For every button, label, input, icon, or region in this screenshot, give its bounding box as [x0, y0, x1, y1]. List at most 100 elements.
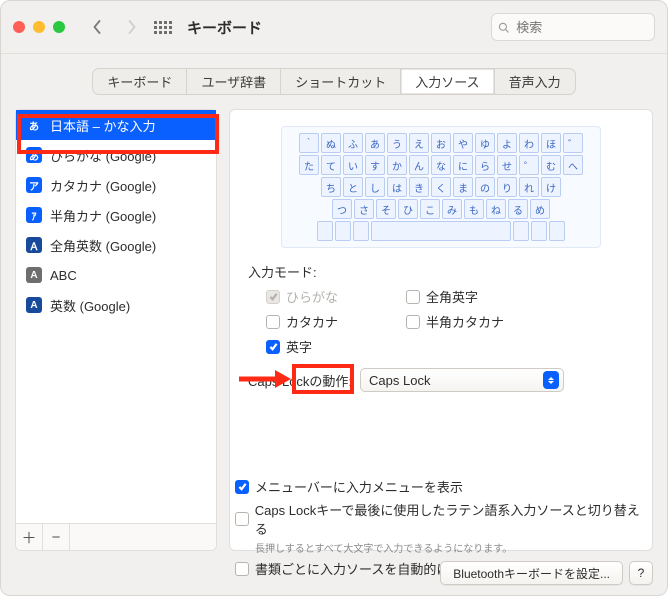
- bluetooth-keyboard-button[interactable]: Bluetoothキーボードを設定...: [440, 561, 623, 585]
- keyboard-key: い: [343, 155, 363, 175]
- checkbox-icon: [406, 315, 420, 329]
- keyboard-key: や: [453, 133, 473, 153]
- input-source-label: ひらがな (Google): [50, 146, 156, 165]
- caps-lock-row: Caps Lockの動作: Caps Lock: [248, 368, 634, 392]
- global-input-options: メニューバーに入力メニューを表示 Caps Lockキーで最後に使用したラテン語…: [235, 477, 645, 549]
- input-source-label: 英数 (Google): [50, 296, 130, 315]
- checkbox-icon: [266, 315, 280, 329]
- tab-bar: キーボードユーザ辞書ショートカット入力ソース音声入力: [1, 68, 667, 95]
- input-source-item[interactable]: A 英数 (Google): [16, 290, 216, 320]
- keyboard-key: れ: [519, 177, 539, 197]
- checkbox-icon: [406, 290, 420, 304]
- zoom-window-button[interactable]: [53, 21, 65, 33]
- mode-katakana[interactable]: カタカナ: [266, 312, 406, 331]
- keyboard-key: わ: [519, 133, 539, 153]
- input-source-badge: あ: [26, 147, 42, 163]
- show-all-prefs-button[interactable]: [153, 17, 173, 37]
- toolbar: キーボード: [1, 1, 667, 54]
- input-source-list: あ日本語 – かな入力あひらがな (Google)アカタカナ (Google)ｱ…: [15, 109, 217, 551]
- help-button[interactable]: ?: [629, 561, 653, 585]
- keyboard-key: ｀: [299, 133, 319, 153]
- keyboard-key: ゆ: [475, 133, 495, 153]
- mode-zenkaku-eiji-label: 全角英字: [426, 287, 478, 306]
- mode-hankaku-katakana-label: 半角カタカナ: [426, 312, 504, 331]
- keyboard-key: こ: [420, 199, 440, 219]
- checkbox-icon: [235, 480, 249, 494]
- mode-katakana-label: カタカナ: [286, 312, 338, 331]
- keyboard-key: ぬ: [321, 133, 341, 153]
- tab-dictation[interactable]: 音声入力: [495, 69, 575, 94]
- tab-user-dictionary[interactable]: ユーザ辞書: [187, 69, 281, 94]
- input-source-item[interactable]: あひらがな (Google): [16, 140, 216, 170]
- keyboard-key: せ: [497, 155, 517, 175]
- mode-hiragana-label: ひらがな: [286, 287, 338, 306]
- keyboard-key: ま: [453, 177, 473, 197]
- keyboard-key: ほ: [541, 133, 561, 153]
- option-show-input-menu-label: メニューバーに入力メニューを表示: [255, 477, 463, 496]
- input-source-item[interactable]: ｱ半角カナ (Google): [16, 200, 216, 230]
- keyboard-key: め: [530, 199, 550, 219]
- input-mode-group: ひらがな 全角英字 カタカナ 半角カタカナ 英字: [266, 287, 634, 356]
- keyboard-key: ね: [486, 199, 506, 219]
- input-source-item[interactable]: アカタカナ (Google): [16, 170, 216, 200]
- keyboard-key: か: [387, 155, 407, 175]
- caps-lock-label: Caps Lockの動作:: [248, 371, 352, 390]
- input-source-label: ABC: [50, 268, 77, 283]
- keyboard-key: う: [387, 133, 407, 153]
- keyboard-key: ふ: [343, 133, 363, 153]
- caps-lock-value: Caps Lock: [369, 373, 430, 388]
- add-remove-bar: ＋ −: [16, 523, 216, 550]
- option-show-input-menu[interactable]: メニューバーに入力メニューを表示: [235, 477, 645, 496]
- window-title: キーボード: [187, 17, 262, 38]
- keyboard-key: む: [541, 155, 561, 175]
- add-source-button[interactable]: ＋: [16, 524, 43, 550]
- input-source-item[interactable]: あ日本語 – かな入力: [16, 110, 216, 140]
- mode-eiji[interactable]: 英字: [266, 337, 406, 356]
- keyboard-key: そ: [376, 199, 396, 219]
- keyboard-key: あ: [365, 133, 385, 153]
- search-icon: [498, 21, 509, 34]
- keyboard-key: し: [365, 177, 385, 197]
- footer: Bluetoothキーボードを設定... ?: [440, 561, 653, 585]
- keyboard-key: [549, 221, 565, 241]
- keyboard-key: ん: [409, 155, 429, 175]
- input-source-item[interactable]: Ａ全角英数 (Google): [16, 230, 216, 260]
- tab-keyboard[interactable]: キーボード: [93, 69, 187, 94]
- mode-hankaku-katakana[interactable]: 半角カタカナ: [406, 312, 546, 331]
- keyboard-key: へ: [563, 155, 583, 175]
- option-caps-switch[interactable]: Caps Lockキーで最後に使用したラテン語系入力ソースと切り替える: [235, 500, 645, 538]
- input-source-badge: A: [26, 297, 42, 313]
- minimize-window-button[interactable]: [33, 21, 45, 33]
- remove-source-button[interactable]: −: [43, 524, 70, 550]
- keyboard-key: [317, 221, 333, 241]
- search-input[interactable]: [514, 19, 648, 36]
- keyboard-key: お: [431, 133, 451, 153]
- tab-input-sources[interactable]: 入力ソース: [401, 69, 494, 94]
- keyboard-key: な: [431, 155, 451, 175]
- keyboard-key: み: [442, 199, 462, 219]
- back-button[interactable]: [85, 15, 109, 39]
- keyboard-key: す: [365, 155, 385, 175]
- keyboard-key: る: [508, 199, 528, 219]
- forward-button[interactable]: [119, 15, 143, 39]
- keyboard-key: ゛: [563, 133, 583, 153]
- mode-zenkaku-eiji[interactable]: 全角英字: [406, 287, 546, 306]
- caps-lock-select[interactable]: Caps Lock: [360, 368, 564, 392]
- keyboard-key: く: [431, 177, 451, 197]
- window-controls: [13, 21, 65, 33]
- keyboard-key: は: [387, 177, 407, 197]
- keyboard-key: [371, 221, 511, 241]
- keyboard-key: ゜: [519, 155, 539, 175]
- close-window-button[interactable]: [13, 21, 25, 33]
- keyboard-layout-preview: ｀ぬふあうえおやゆよわほ゛たていすかんなにらせ゜むへちとしはきくまのりれけつさそ…: [281, 126, 601, 248]
- checkbox-icon: [266, 340, 280, 354]
- tab-shortcuts[interactable]: ショートカット: [281, 69, 401, 94]
- input-source-item[interactable]: AABC: [16, 260, 216, 290]
- search-field[interactable]: [491, 13, 655, 41]
- keyboard-key: ひ: [398, 199, 418, 219]
- keyboard-key: よ: [497, 133, 517, 153]
- keyboard-key: け: [541, 177, 561, 197]
- keyboard-key: の: [475, 177, 495, 197]
- input-source-badge: Ａ: [26, 237, 42, 253]
- input-source-label: カタカナ (Google): [50, 176, 156, 195]
